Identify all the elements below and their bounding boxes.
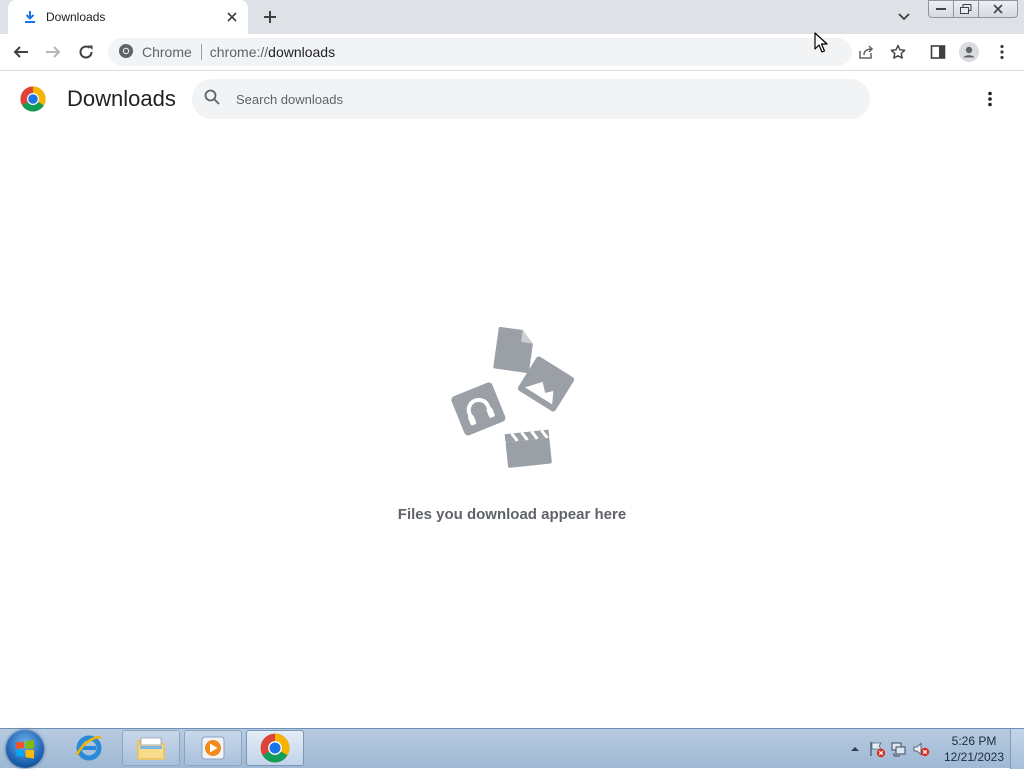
url-host: downloads <box>268 44 336 60</box>
tab-close-icon[interactable] <box>222 7 242 27</box>
file-icon <box>493 326 533 374</box>
back-button[interactable] <box>8 39 34 65</box>
windows-logo-icon <box>16 740 34 759</box>
browser-toolbar: Chrome chrome://downloads <box>0 34 1024 71</box>
mouse-pointer-icon <box>814 32 828 53</box>
show-desktop-button[interactable] <box>1010 729 1024 769</box>
page-title: Downloads <box>67 86 176 111</box>
chrome-logo-icon <box>20 86 46 112</box>
network-icon[interactable] <box>888 738 910 760</box>
url-scheme: chrome:// <box>209 44 269 60</box>
empty-downloads-illustration <box>451 326 575 468</box>
bookmark-star-button[interactable] <box>885 39 911 65</box>
downloads-header: Downloads <box>0 71 1024 127</box>
download-icon <box>22 9 38 25</box>
internet-explorer-icon[interactable] <box>60 730 118 766</box>
volume-muted-icon[interactable] <box>910 738 932 760</box>
video-file-icon <box>504 429 552 468</box>
search-icon[interactable] <box>204 89 220 110</box>
close-window-button[interactable] <box>978 0 1018 18</box>
clock-date: 12/21/2023 <box>943 750 1005 764</box>
file-explorer-icon[interactable] <box>122 730 180 766</box>
tab-strip: Downloads <box>0 0 1024 34</box>
site-label: Chrome <box>142 44 192 60</box>
media-player-icon[interactable] <box>184 730 242 766</box>
restore-button[interactable] <box>953 0 979 18</box>
forward-button[interactable] <box>40 39 66 65</box>
downloads-menu-button[interactable] <box>978 87 1002 111</box>
start-button[interactable] <box>6 730 44 768</box>
chrome-taskbar-icon[interactable] <box>246 730 304 766</box>
taskbar-clock[interactable]: 5:26 PM 12/21/2023 <box>940 733 1008 765</box>
action-center-flag-icon[interactable] <box>866 738 888 760</box>
tab-title: Downloads <box>46 10 106 24</box>
search-bar[interactable] <box>192 79 870 119</box>
empty-state-message: Files you download appear here <box>397 506 627 523</box>
side-panel-button[interactable] <box>925 39 951 65</box>
audio-file-icon <box>451 382 506 436</box>
omnibox-divider <box>200 44 202 60</box>
profile-avatar[interactable] <box>956 39 982 65</box>
search-downloads-input[interactable] <box>234 90 838 108</box>
system-tray <box>844 729 932 769</box>
chrome-menu-button[interactable] <box>989 39 1015 65</box>
new-tab-button[interactable] <box>258 6 282 28</box>
tab-search-button[interactable] <box>894 7 914 27</box>
minimize-button[interactable] <box>928 0 954 18</box>
tab-downloads[interactable]: Downloads <box>8 0 248 34</box>
downloads-page: Downloads Search downloads Files you dow… <box>0 71 1024 728</box>
clock-time: 5:26 PM <box>951 734 997 748</box>
chrome-icon <box>260 733 290 763</box>
windows-taskbar: 5:26 PM 12/21/2023 <box>0 728 1024 769</box>
reload-button[interactable] <box>73 39 99 65</box>
address-bar[interactable]: Chrome chrome://downloads <box>108 38 852 66</box>
share-button[interactable] <box>853 39 879 65</box>
show-hidden-icons-button[interactable] <box>844 738 866 760</box>
chrome-site-icon[interactable] <box>118 43 134 62</box>
